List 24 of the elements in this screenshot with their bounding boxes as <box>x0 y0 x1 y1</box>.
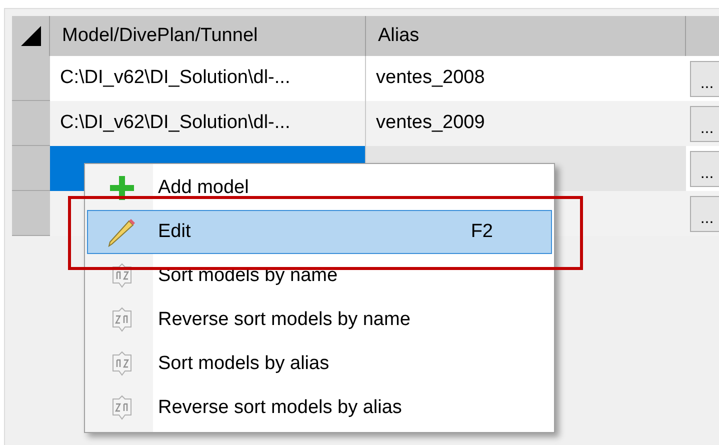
sort-icon <box>111 395 133 421</box>
pencil-icon <box>107 217 137 247</box>
row-header[interactable] <box>12 56 50 101</box>
row-header[interactable] <box>12 101 50 146</box>
menu-item[interactable]: Edit F2 <box>87 210 552 254</box>
menu-item[interactable]: Sort models by alias <box>87 342 552 386</box>
sort-icon <box>111 263 133 289</box>
browse-button[interactable]: ... <box>690 60 719 96</box>
menu-item[interactable]: Reverse sort models by alias <box>87 386 552 430</box>
sort-icon <box>111 351 133 377</box>
plus-icon <box>110 176 134 200</box>
row-header[interactable] <box>12 191 50 236</box>
browse-button[interactable]: ... <box>690 106 719 142</box>
column-header[interactable]: Model/DivePlan/Tunnel <box>62 22 258 50</box>
column-header[interactable]: Alias <box>378 22 420 50</box>
browse-button[interactable]: ... <box>690 150 719 186</box>
row-header[interactable] <box>12 146 50 191</box>
menu-item[interactable]: Reverse sort models by name <box>87 298 552 342</box>
table-cell-text: ventes_2009 <box>375 111 486 136</box>
select-all-icon[interactable] <box>20 26 40 46</box>
menu-item[interactable]: Add model <box>87 166 552 210</box>
browse-button[interactable]: ... <box>690 196 719 232</box>
sort-icon <box>111 307 133 333</box>
table-cell-text: ventes_2008 <box>375 66 486 90</box>
